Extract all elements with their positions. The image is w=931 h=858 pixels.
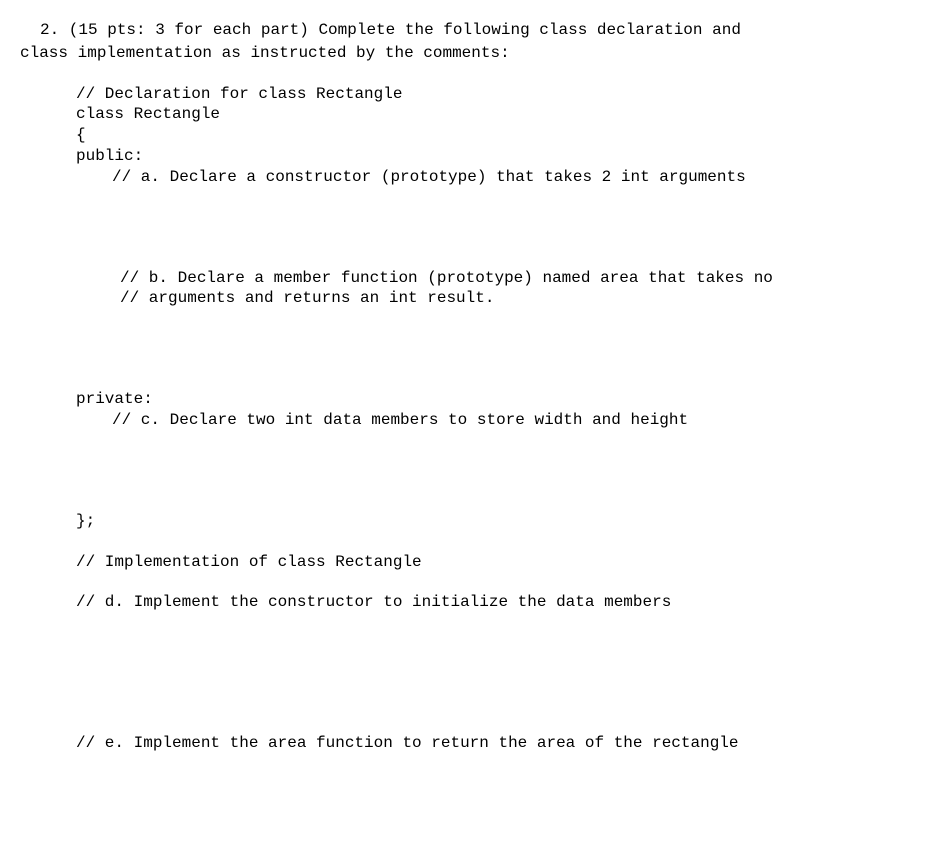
part-e-comment: // e. Implement the area function to ret…: [76, 733, 911, 754]
question-header-line1: 2. (15 pts: 3 for each part) Complete th…: [40, 20, 911, 41]
answer-space-b: [20, 309, 911, 389]
answer-space-d: [20, 613, 911, 733]
part-c-comment: // c. Declare two int data members to st…: [112, 410, 911, 431]
spacer-2: [20, 572, 911, 592]
code-block: // Declaration for class Rectangle class…: [20, 84, 911, 814]
close-brace: };: [76, 511, 911, 532]
spacer-1: [20, 532, 911, 552]
part-d-comment: // d. Implement the constructor to initi…: [76, 592, 911, 613]
answer-space-a: [20, 188, 911, 268]
class-keyword-line: class Rectangle: [76, 104, 911, 125]
part-b-comment-line2: // arguments and returns an int result.: [120, 288, 911, 309]
part-b-comment-line1: // b. Declare a member function (prototy…: [120, 268, 911, 289]
answer-space-c: [20, 431, 911, 511]
answer-space-e: [20, 754, 911, 814]
private-label: private:: [76, 389, 911, 410]
public-label: public:: [76, 146, 911, 167]
open-brace: {: [76, 125, 911, 146]
question-text: 2. (15 pts: 3 for each part) Complete th…: [20, 20, 911, 64]
impl-comment: // Implementation of class Rectangle: [76, 552, 911, 573]
part-a-comment: // a. Declare a constructor (prototype) …: [112, 167, 911, 188]
question-header-line2: class implementation as instructed by th…: [20, 43, 911, 64]
comment-declaration: // Declaration for class Rectangle: [76, 84, 911, 105]
